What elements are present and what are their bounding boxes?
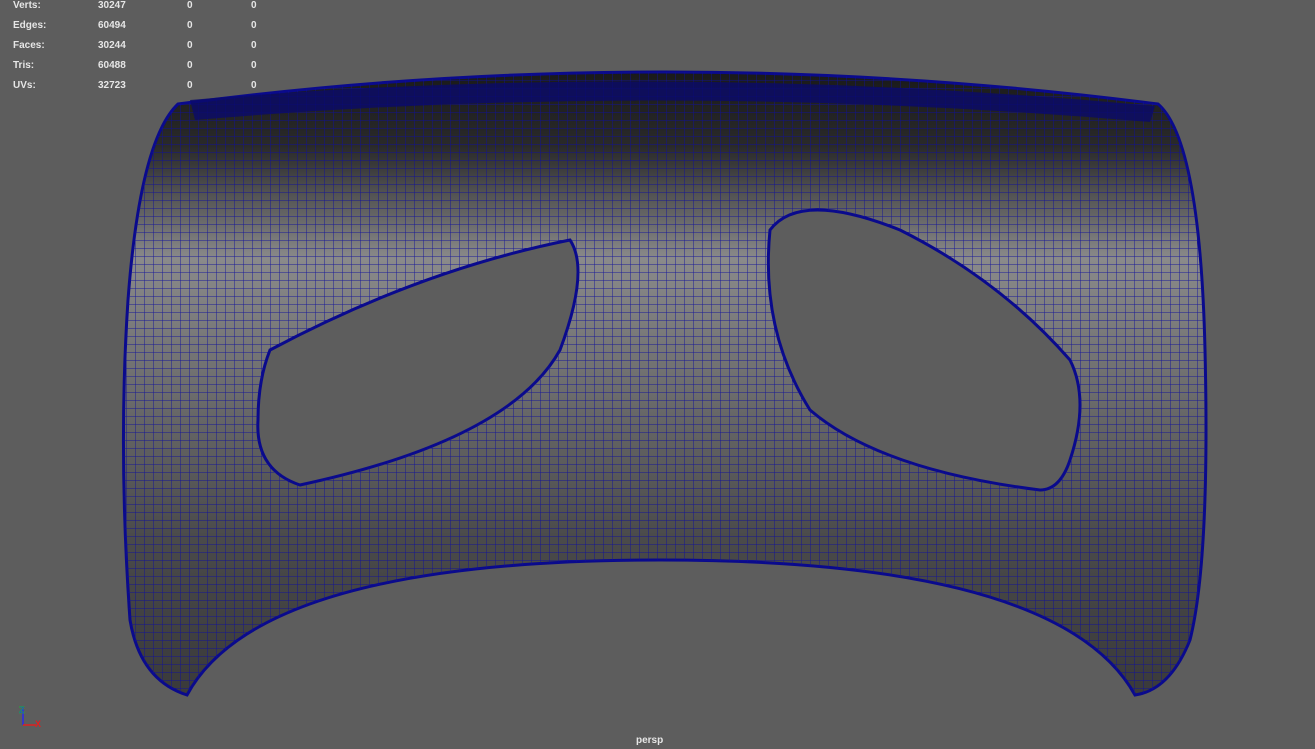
hud-selected: 0 [187,80,193,91]
hud-label: Verts: [13,0,41,11]
hud-selected: 0 [187,60,193,71]
spoiler-mesh[interactable] [121,70,1208,697]
hud-selected: 0 [187,40,193,51]
camera-name-label: persp [636,735,664,746]
axis-z-label: Z [19,705,25,715]
hud-label: UVs: [13,80,36,91]
hud-extra: 0 [251,40,257,51]
hud-label: Edges: [13,20,47,31]
hud-total: 30247 [98,0,126,11]
hud-extra: 0 [251,60,257,71]
axis-x-label: X [35,719,41,729]
axis-gizmo-icon: Z X [19,705,41,729]
hud-label: Faces: [13,40,45,51]
hud-extra: 0 [251,20,257,31]
hud-selected: 0 [187,20,193,31]
hud-total: 30244 [98,40,126,51]
hud-selected: 0 [187,0,193,11]
hud-total: 60488 [98,60,126,71]
hud-total: 32723 [98,80,126,91]
hud-total: 60494 [98,20,126,31]
hud-extra: 0 [251,80,257,91]
hud-extra: 0 [251,0,257,11]
3d-viewport[interactable] [0,0,1315,749]
hud-label: Tris: [13,60,35,71]
